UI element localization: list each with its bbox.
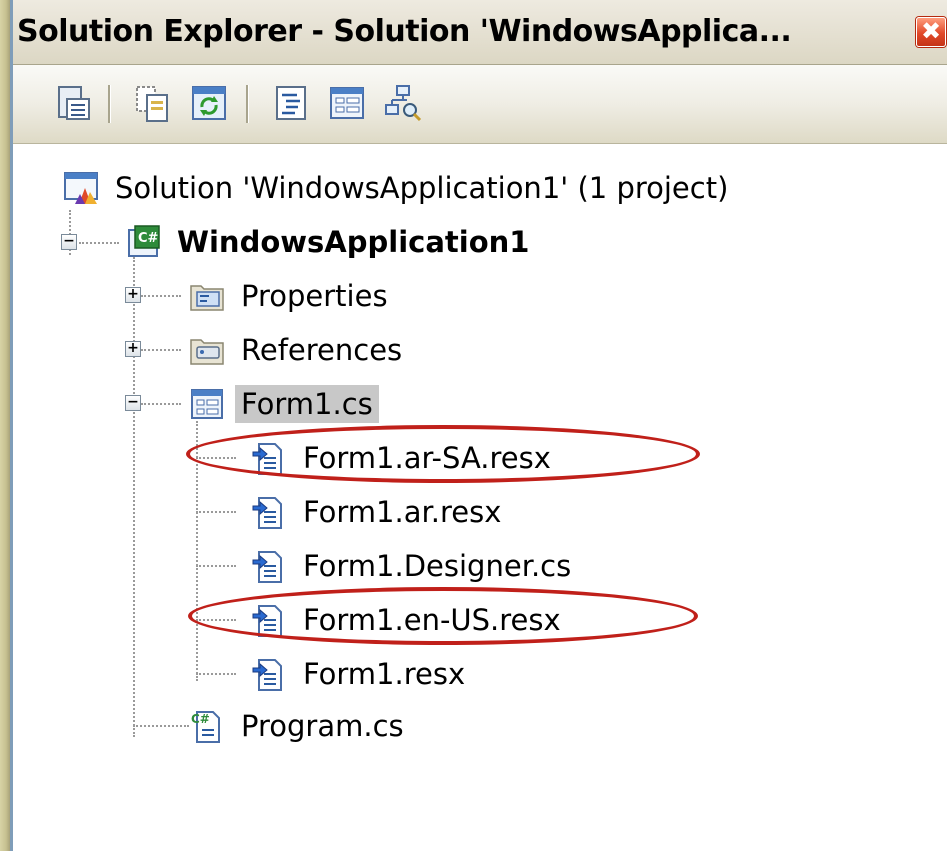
- form1-expander[interactable]: −: [125, 395, 141, 411]
- svg-text:C#: C#: [138, 231, 159, 246]
- project-label: WindowsApplication1: [177, 225, 530, 259]
- tree-connector: [133, 257, 135, 737]
- program-cs-label: Program.cs: [241, 709, 404, 743]
- tree-item-form1-cs[interactable]: Form1.cs: [189, 381, 379, 427]
- properties-expander[interactable]: +: [125, 287, 141, 303]
- class-diagram-icon[interactable]: [383, 83, 423, 123]
- show-all-files-icon[interactable]: [133, 83, 173, 123]
- tree-connector: [141, 295, 181, 297]
- references-label: References: [241, 333, 403, 367]
- tree-item-program-cs[interactable]: C# Program.cs: [189, 703, 410, 749]
- form1-designer-cs-label: Form1.Designer.cs: [303, 549, 572, 583]
- tree-item-references[interactable]: References: [189, 327, 408, 373]
- form-icon: [191, 389, 223, 419]
- view-code-icon[interactable]: [271, 83, 311, 123]
- close-button[interactable]: ✖: [916, 17, 946, 47]
- properties-folder-icon: [190, 285, 224, 311]
- view-designer-icon[interactable]: [327, 83, 367, 123]
- solution-tree: Solution 'WindowsApplication1' (1 projec…: [13, 145, 947, 851]
- toolbar-separator: [246, 85, 249, 123]
- tree-connector: [133, 725, 189, 727]
- title-bar[interactable]: Solution Explorer - Solution 'WindowsApp…: [13, 0, 947, 65]
- form1-ar-resx-label: Form1.ar.resx: [303, 495, 502, 529]
- project-expander[interactable]: −: [61, 234, 77, 250]
- tree-connector: [196, 511, 236, 513]
- tree-item-form1-ar-resx[interactable]: Form1.ar.resx: [251, 489, 507, 535]
- refresh-icon[interactable]: [189, 83, 229, 123]
- csharp-file-icon: C#: [191, 711, 220, 743]
- form1-cs-label: Form1.cs: [235, 385, 379, 423]
- annotation-ring-en-us: [188, 587, 698, 645]
- solution-icon: [64, 172, 98, 204]
- solution-label: Solution 'WindowsApplication1' (1 projec…: [115, 171, 729, 205]
- form1-resx-label: Form1.resx: [303, 657, 466, 691]
- toolbar-separator: [108, 85, 111, 123]
- tree-item-project[interactable]: C# WindowsApplication1: [125, 219, 535, 265]
- annotation-ring-ar-sa: [186, 425, 700, 483]
- tree-item-form1-designer-cs[interactable]: Form1.Designer.cs: [251, 543, 577, 589]
- tree-item-form1-resx[interactable]: Form1.resx: [251, 651, 471, 697]
- properties-label: Properties: [241, 279, 388, 313]
- properties-icon[interactable]: [53, 83, 93, 123]
- svg-text:C#: C#: [191, 712, 210, 726]
- tree-connector: [141, 403, 181, 405]
- window-title: Solution Explorer - Solution 'WindowsApp…: [17, 14, 792, 49]
- resx-file-icon: [252, 497, 282, 529]
- resx-file-icon: [252, 551, 282, 583]
- tree-connector: [196, 673, 236, 675]
- tree-connector: [141, 349, 181, 351]
- solution-explorer-window: Solution Explorer - Solution 'WindowsApp…: [10, 0, 947, 851]
- desktop-edge: [0, 0, 10, 851]
- tree-item-properties[interactable]: Properties: [189, 273, 394, 319]
- tree-connector: [196, 565, 236, 567]
- references-folder-icon: [190, 339, 224, 365]
- tree-item-solution[interactable]: Solution 'WindowsApplication1' (1 projec…: [63, 165, 734, 211]
- resx-file-icon: [252, 659, 282, 691]
- toolbar: [13, 65, 947, 144]
- tree-connector: [79, 242, 119, 244]
- references-expander[interactable]: +: [125, 341, 141, 357]
- csharp-project-icon: C#: [128, 225, 160, 257]
